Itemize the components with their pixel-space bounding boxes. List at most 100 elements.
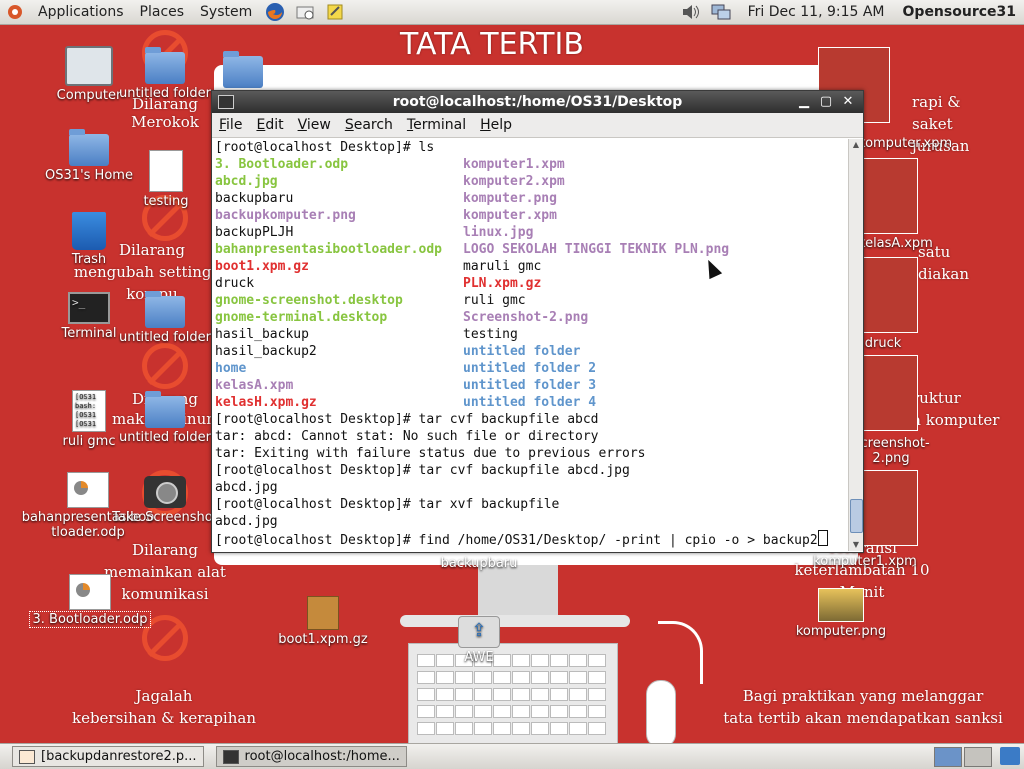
- ls-entry: backupkomputer.png: [215, 208, 356, 223]
- desktop-icon-testing[interactable]: testing: [111, 150, 221, 209]
- close-button[interactable]: ✕: [837, 91, 859, 113]
- ls-entry: Screenshot-2.png: [463, 310, 589, 325]
- ls-entry: boot1.xpm.gz: [215, 259, 309, 274]
- ls-entry: hasil_backup: [215, 327, 309, 342]
- ls-row: kelasH.xpm.gz untitled folder 4: [215, 394, 849, 411]
- ls-entry: gnome-terminal.desktop: [215, 310, 388, 325]
- wallpaper-key: [588, 654, 606, 667]
- wallpaper-key: [550, 688, 568, 701]
- wallpaper-key: [455, 688, 473, 701]
- wallpaper-key: [550, 671, 568, 684]
- ls-row: hasil_backup2 untitled folder: [215, 343, 849, 360]
- wallpaper-key: [512, 722, 530, 735]
- clock[interactable]: Fri Dec 11, 9:15 AM: [748, 4, 885, 20]
- ls-entry: gnome-screenshot.desktop: [215, 293, 403, 308]
- folder-icon: [145, 291, 185, 328]
- trash-applet-icon[interactable]: [1000, 746, 1020, 765]
- ls-row: backupbaru komputer.png: [215, 190, 849, 207]
- ls-entry: komputer2.xpm: [463, 174, 565, 189]
- terminal-line: [root@localhost Desktop]# tar xvf backup…: [215, 497, 560, 512]
- notice-right-3: ruktur a komputer: [912, 389, 1000, 429]
- desktop-icon-kelasA[interactable]: kelasA.xpm: [858, 236, 933, 251]
- wallpaper-key: [417, 671, 435, 684]
- wallpaper-key: [455, 722, 473, 735]
- text-file-icon: [149, 150, 183, 192]
- desktop-icon-boot1-gz[interactable]: boot1.xpm.gz: [268, 596, 378, 647]
- menu-terminal[interactable]: Terminal: [400, 117, 473, 133]
- scroll-down-arrow-icon[interactable]: ▼: [849, 539, 863, 551]
- terminal-output[interactable]: [root@localhost Desktop]# ls 3. Bootload…: [213, 139, 849, 551]
- gnome-foot-icon[interactable]: [4, 2, 26, 22]
- menu-file[interactable]: File: [212, 117, 249, 133]
- ls-entry: 3. Bootloader.odp: [215, 157, 349, 172]
- task-label: [backupdanrestore2.p...: [41, 749, 197, 764]
- desktop-icon-take-screenshot[interactable]: Take Screenshot: [110, 476, 220, 525]
- desktop-icon-komputer-png[interactable]: komputer.png: [786, 588, 896, 639]
- desktop-icon-label: untitled folder: [118, 330, 211, 345]
- menu-edit[interactable]: Edit: [249, 117, 290, 133]
- wallpaper-key: [436, 688, 454, 701]
- wallpaper-key: [493, 722, 511, 735]
- wallpaper-key: [569, 688, 587, 701]
- terminal-window[interactable]: root@localhost:/home/OS31/Desktop ▁ ▢ ✕ …: [211, 90, 864, 553]
- ls-entry: komputer1.xpm: [463, 157, 565, 172]
- desktop-icon-backupbaru[interactable]: backupbaru: [424, 556, 534, 571]
- terminal-current-line[interactable]: [root@localhost Desktop]# find /home/OS3…: [215, 530, 849, 548]
- workspace-1[interactable]: [934, 746, 962, 767]
- system-menu[interactable]: System: [192, 4, 260, 20]
- trash-icon: [72, 212, 106, 250]
- wallpaper-key: [474, 722, 492, 735]
- computer-icon: [65, 46, 113, 86]
- scrollbar-thumb[interactable]: [850, 499, 863, 533]
- desktop-icon-bootloader[interactable]: 3. Bootloader.odp: [29, 574, 151, 628]
- scroll-up-arrow-icon[interactable]: ▲: [849, 139, 863, 151]
- terminal-line: [root@localhost Desktop]# tar cvf backup…: [215, 463, 630, 478]
- menu-view[interactable]: View: [291, 117, 338, 133]
- places-menu[interactable]: Places: [132, 4, 193, 20]
- desktop-icon-label: backupbaru: [440, 556, 518, 571]
- ls-entry: druck: [215, 276, 255, 291]
- terminal-scrollbar[interactable]: ▲ ▼: [848, 139, 863, 551]
- ls-entry: maruli gmc: [463, 259, 542, 274]
- network-icon[interactable]: [710, 2, 732, 22]
- mail-clock-icon[interactable]: [294, 2, 316, 22]
- user-menu[interactable]: Opensource31: [903, 4, 1016, 20]
- ls-row: 3. Bootloader.odp komputer1.xpm: [215, 156, 849, 173]
- applications-menu[interactable]: Applications: [30, 4, 132, 20]
- wallpaper-key: [493, 705, 511, 718]
- maximize-button[interactable]: ▢: [815, 91, 837, 113]
- workspace-switcher: [932, 746, 1020, 767]
- desktop-icon-druck[interactable]: druck: [858, 336, 908, 351]
- wallpaper-key: [569, 722, 587, 735]
- menu-search[interactable]: Search: [338, 117, 400, 133]
- minimize-button[interactable]: ▁: [793, 91, 815, 113]
- wallpaper-monitor-stand: [478, 565, 558, 620]
- desktop-icon-awe[interactable]: ⇪ AWE: [424, 616, 534, 665]
- ls-entry: linux.jpg: [463, 225, 534, 240]
- workspace-2[interactable]: [964, 746, 992, 767]
- current-command: [root@localhost Desktop]# find /home/OS3…: [215, 533, 818, 548]
- desktop-icon-komputer1-xpm[interactable]: komputer1.xpm: [810, 554, 920, 569]
- folder-icon: [223, 51, 263, 88]
- desktop-icon-folder-top[interactable]: [188, 51, 298, 90]
- task-terminal[interactable]: root@localhost:/home...: [215, 746, 407, 767]
- firefox-icon[interactable]: [264, 2, 286, 22]
- desktop-icon-untitled-folder-2[interactable]: untitled folder: [110, 291, 220, 345]
- terminal-titlebar[interactable]: root@localhost:/home/OS31/Desktop ▁ ▢ ✕: [212, 91, 863, 113]
- notice-sanction: Bagi praktikan yang melanggar tata terti…: [723, 687, 1003, 727]
- folder-icon: [145, 391, 185, 428]
- menu-help[interactable]: Help: [473, 117, 519, 133]
- terminal-icon: >_: [68, 292, 110, 324]
- task-backupdanrestore[interactable]: [backupdanrestore2.p...: [12, 746, 204, 767]
- ls-entry: PLN.xpm.gz: [463, 276, 542, 291]
- desktop-icon-trash[interactable]: Trash: [34, 212, 144, 267]
- volume-icon[interactable]: [680, 2, 702, 22]
- bottom-panel: [backupdanrestore2.p... root@localhost:/…: [0, 743, 1024, 769]
- desktop-icon-komputer-xpm[interactable]: komputer.xpm: [858, 136, 952, 151]
- notes-icon[interactable]: [324, 2, 346, 22]
- ls-entry: hasil_backup2: [215, 344, 317, 359]
- ls-entry: abcd.jpg: [215, 174, 278, 189]
- ls-entry: kelasA.xpm: [215, 378, 294, 393]
- desktop-icon-untitled-folder-3[interactable]: untitled folder: [110, 391, 220, 445]
- ls-row: abcd.jpg komputer2.xpm: [215, 173, 849, 190]
